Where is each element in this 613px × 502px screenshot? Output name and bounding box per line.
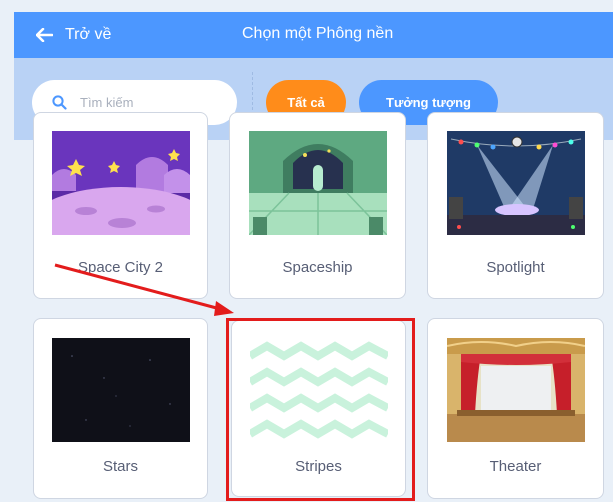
back-arrow-icon (36, 28, 53, 42)
backdrop-card-space-city-2[interactable]: Space City 2 (33, 112, 208, 299)
back-button[interactable]: Trở về (36, 23, 111, 47)
spaceship-thumbnail (249, 131, 387, 235)
backdrop-name: Stars (102, 458, 138, 475)
space-city-thumbnail (52, 131, 190, 235)
library-header: Trở về Chọn một Phông nền (14, 12, 613, 58)
backdrop-name: Stripes (295, 458, 342, 475)
backdrop-card-spotlight[interactable]: Spotlight (427, 112, 604, 299)
search-icon (52, 95, 67, 110)
backdrop-name: Spaceship (282, 259, 353, 276)
stars-thumbnail (52, 338, 190, 442)
spotlight-thumbnail (447, 131, 585, 235)
backdrop-card-stripes[interactable]: Stripes (231, 320, 406, 497)
backdrop-name: Spotlight (486, 259, 545, 276)
search-input[interactable] (80, 95, 220, 110)
backdrop-card-stars[interactable]: Stars (33, 318, 208, 499)
theater-thumbnail (447, 338, 585, 442)
page-title: Chọn một Phông nền (242, 25, 394, 42)
backdrop-library: Trở về Chọn một Phông nền Tất cả Tưởng t… (0, 0, 613, 502)
backdrop-card-theater[interactable]: Theater (427, 318, 604, 499)
backdrop-card-spaceship[interactable]: Spaceship (229, 112, 406, 299)
stripes-thumbnail (250, 338, 388, 442)
backdrop-name: Space City 2 (77, 259, 164, 276)
backdrop-name: Theater (489, 458, 542, 475)
back-label: Trở về (65, 26, 112, 43)
